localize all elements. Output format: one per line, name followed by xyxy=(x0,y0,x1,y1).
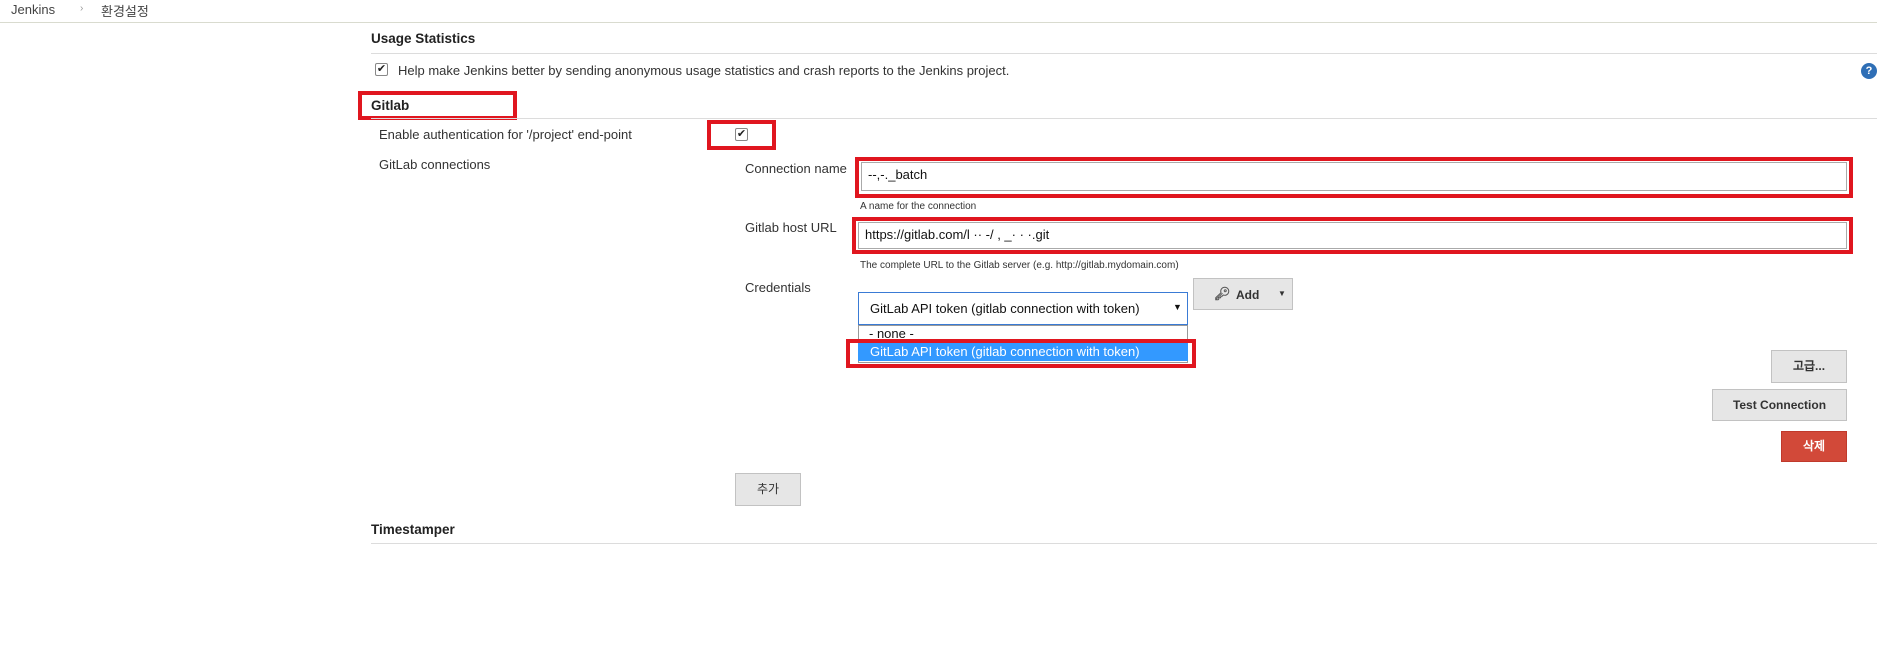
timestamper-divider xyxy=(371,543,1877,544)
breadcrumb: Jenkins › 환경설정 xyxy=(0,0,1877,23)
usage-statistics-label: Help make Jenkins better by sending anon… xyxy=(398,63,1010,78)
usage-statistics-title: Usage Statistics xyxy=(371,31,476,46)
host-url-input[interactable]: https://gitlab.com/l ·· -/ , _· · ·.git xyxy=(858,222,1847,249)
key-icon: 🔑︎ xyxy=(1214,286,1231,301)
add-credentials-button[interactable]: 🔑︎ Add ▼ xyxy=(1193,278,1293,310)
enable-auth-label: Enable authentication for '/project' end… xyxy=(379,127,632,142)
timestamper-title: Timestamper xyxy=(371,522,455,537)
delete-connection-button[interactable]: 삭제 xyxy=(1781,431,1847,462)
credentials-select[interactable]: GitLab API token (gitlab connection with… xyxy=(858,292,1188,325)
credentials-option-none[interactable]: - none - xyxy=(869,326,914,340)
usage-statistics-checkbox[interactable]: ✔ xyxy=(375,63,388,76)
add-dropdown-chevron-icon[interactable]: ▼ xyxy=(1278,289,1286,298)
connection-name-input[interactable]: --,-._batch xyxy=(861,162,1847,191)
gitlab-section-divider xyxy=(371,118,1877,119)
advanced-button[interactable]: 고급... xyxy=(1771,350,1847,383)
credentials-selected-value: GitLab API token (gitlab connection with… xyxy=(870,301,1140,316)
enable-auth-checkbox[interactable]: ✔ xyxy=(735,128,748,141)
test-connection-button[interactable]: Test Connection xyxy=(1712,389,1847,421)
usage-statistics-divider xyxy=(371,53,1877,54)
credentials-label: Credentials xyxy=(745,280,811,295)
gitlab-connections-label: GitLab connections xyxy=(379,157,491,172)
connection-name-label: Connection name xyxy=(745,161,847,176)
credentials-option-gitlab-token[interactable]: GitLab API token (gitlab connection with… xyxy=(858,343,1188,361)
connection-name-help: A name for the connection xyxy=(860,201,977,212)
breadcrumb-jenkins-link[interactable]: Jenkins xyxy=(11,2,55,17)
chevron-down-icon: ▼ xyxy=(1173,302,1182,312)
breadcrumb-separator-icon: › xyxy=(80,3,84,14)
host-url-label: Gitlab host URL xyxy=(745,220,837,235)
breadcrumb-config-link[interactable]: 환경설정 xyxy=(101,1,149,20)
add-credentials-label: Add xyxy=(1236,288,1260,302)
host-url-help: The complete URL to the Gitlab server (e… xyxy=(860,260,1179,271)
question-icon[interactable]: ? xyxy=(1861,63,1877,79)
add-connection-button[interactable]: 추가 xyxy=(735,473,801,506)
gitlab-section-title: Gitlab xyxy=(371,98,410,113)
